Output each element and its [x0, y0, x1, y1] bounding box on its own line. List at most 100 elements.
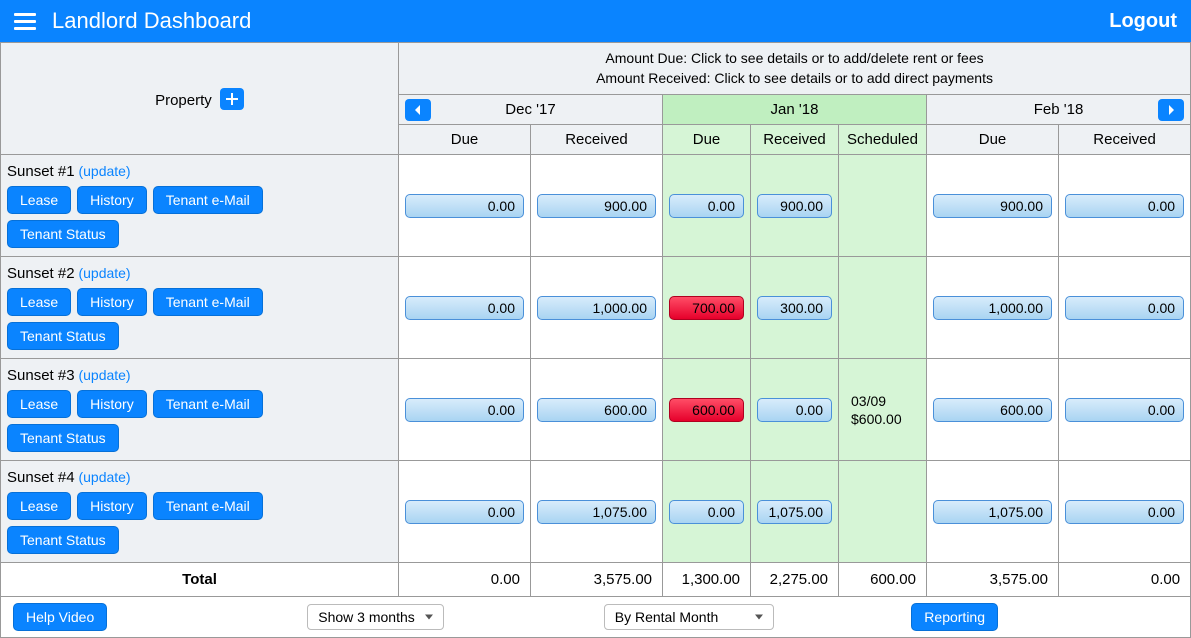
- cur-received-button[interactable]: 0.00: [757, 398, 832, 422]
- prev-received-button[interactable]: 600.00: [537, 398, 656, 422]
- property-row: Sunset #2 (update)LeaseHistoryTenant e-M…: [1, 257, 1191, 359]
- instruction-line: Amount Due: Click to see details or to a…: [399, 49, 1190, 69]
- history-button[interactable]: History: [77, 492, 147, 520]
- total-next-due: 3,575.00: [927, 563, 1059, 597]
- prev-due-cell: 0.00: [399, 359, 531, 461]
- total-cur-due: 1,300.00: [663, 563, 751, 597]
- prev-received-button[interactable]: 1,000.00: [537, 296, 656, 320]
- next-due-button[interactable]: 1,075.00: [933, 500, 1052, 524]
- property-row: Sunset #1 (update) LeaseHistoryTenant e-M…: [1, 155, 1191, 257]
- history-button[interactable]: History: [77, 186, 147, 214]
- property-cell: Sunset #1 (update) LeaseHistoryTenant e-M…: [1, 155, 399, 257]
- tenant-status-button[interactable]: Tenant Status: [7, 220, 119, 248]
- menu-icon[interactable]: [14, 9, 36, 34]
- prev-due-button[interactable]: 0.00: [405, 296, 524, 320]
- property-header-label: Property: [155, 92, 212, 109]
- property-cell: Sunset #3 (update) LeaseHistoryTenant e-M…: [1, 359, 399, 461]
- plus-icon: [226, 93, 238, 105]
- lease-button[interactable]: Lease: [7, 390, 71, 418]
- cur-due-cell: 700.00: [663, 257, 751, 359]
- prev-due-cell: 0.00: [399, 257, 531, 359]
- instructions: Amount Due: Click to see details or to a…: [399, 43, 1191, 95]
- scheduled-cell: [839, 461, 927, 563]
- prev-received-cell: 600.00: [531, 359, 663, 461]
- next-due-cell: 1,000.00: [927, 257, 1059, 359]
- col-due: Due: [927, 125, 1059, 155]
- logout-link[interactable]: Logout: [1109, 10, 1177, 33]
- cur-due-button[interactable]: 0.00: [669, 500, 744, 524]
- scheduled-cell: 03/09$600.00: [839, 359, 927, 461]
- update-link[interactable]: (update): [78, 265, 130, 281]
- col-received: Received: [531, 125, 663, 155]
- lease-button[interactable]: Lease: [7, 492, 71, 520]
- total-cur-sched: 600.00: [839, 563, 927, 597]
- prev-received-button[interactable]: 900.00: [537, 194, 656, 218]
- prev-due-cell: 0.00: [399, 155, 531, 257]
- cur-received-button[interactable]: 300.00: [757, 296, 832, 320]
- tenant-email-button[interactable]: Tenant e-Mail: [153, 186, 263, 214]
- property-name: Sunset #1: [7, 163, 75, 180]
- tenant-status-button[interactable]: Tenant Status: [7, 322, 119, 350]
- col-received: Received: [751, 125, 839, 155]
- prev-due-button[interactable]: 0.00: [405, 194, 524, 218]
- next-due-cell: 900.00: [927, 155, 1059, 257]
- cur-due-button[interactable]: 600.00: [669, 398, 744, 422]
- next-due-button[interactable]: 900.00: [933, 194, 1052, 218]
- tenant-email-button[interactable]: Tenant e-Mail: [153, 288, 263, 316]
- tenant-email-button[interactable]: Tenant e-Mail: [153, 492, 263, 520]
- scheduled-cell: [839, 257, 927, 359]
- prev-due-button[interactable]: 0.00: [405, 398, 524, 422]
- month-next: Feb '18: [927, 95, 1191, 125]
- property-header-cell: Property: [1, 43, 399, 155]
- cur-received-cell: 300.00: [751, 257, 839, 359]
- prev-due-cell: 0.00: [399, 461, 531, 563]
- cur-due-cell: 0.00: [663, 155, 751, 257]
- update-link[interactable]: (update): [78, 163, 130, 179]
- total-prev-rec: 3,575.00: [531, 563, 663, 597]
- next-received-button[interactable]: 0.00: [1065, 398, 1184, 422]
- col-due: Due: [399, 125, 531, 155]
- prev-received-button[interactable]: 1,075.00: [537, 500, 656, 524]
- chevron-right-icon: [1166, 105, 1176, 115]
- view-select[interactable]: By Rental Month: [604, 604, 774, 630]
- property-row: Sunset #4 (update)LeaseHistoryTenant e-M…: [1, 461, 1191, 563]
- tenant-status-button[interactable]: Tenant Status: [7, 424, 119, 452]
- property-name: Sunset #3: [7, 367, 75, 384]
- total-prev-due: 0.00: [399, 563, 531, 597]
- reporting-button[interactable]: Reporting: [911, 603, 998, 631]
- months-select[interactable]: Show 3 months: [307, 604, 444, 630]
- prev-due-button[interactable]: 0.00: [405, 500, 524, 524]
- next-received-button[interactable]: 0.00: [1065, 296, 1184, 320]
- prev-month-button[interactable]: [405, 99, 431, 121]
- col-due: Due: [663, 125, 751, 155]
- tenant-status-button[interactable]: Tenant Status: [7, 526, 119, 554]
- help-video-button[interactable]: Help Video: [13, 603, 107, 631]
- next-due-button[interactable]: 600.00: [933, 398, 1052, 422]
- tenant-email-button[interactable]: Tenant e-Mail: [153, 390, 263, 418]
- property-cell: Sunset #2 (update)LeaseHistoryTenant e-M…: [1, 257, 399, 359]
- prev-received-cell: 1,075.00: [531, 461, 663, 563]
- col-scheduled: Scheduled: [839, 125, 927, 155]
- next-due-button[interactable]: 1,000.00: [933, 296, 1052, 320]
- cur-received-button[interactable]: 900.00: [757, 194, 832, 218]
- col-received: Received: [1059, 125, 1191, 155]
- history-button[interactable]: History: [77, 288, 147, 316]
- add-property-button[interactable]: [220, 88, 244, 110]
- lease-button[interactable]: Lease: [7, 288, 71, 316]
- month-label: Dec '17: [505, 101, 555, 118]
- cur-received-cell: 0.00: [751, 359, 839, 461]
- property-cell: Sunset #4 (update)LeaseHistoryTenant e-M…: [1, 461, 399, 563]
- lease-button[interactable]: Lease: [7, 186, 71, 214]
- property-row: Sunset #3 (update) LeaseHistoryTenant e-M…: [1, 359, 1191, 461]
- month-label: Feb '18: [1034, 101, 1084, 118]
- next-received-cell: 0.00: [1059, 359, 1191, 461]
- cur-due-button[interactable]: 700.00: [669, 296, 744, 320]
- update-link[interactable]: (update): [78, 367, 130, 383]
- history-button[interactable]: History: [77, 390, 147, 418]
- update-link[interactable]: (update): [78, 469, 130, 485]
- cur-received-button[interactable]: 1,075.00: [757, 500, 832, 524]
- cur-due-button[interactable]: 0.00: [669, 194, 744, 218]
- next-month-button[interactable]: [1158, 99, 1184, 121]
- next-received-button[interactable]: 0.00: [1065, 500, 1184, 524]
- next-received-button[interactable]: 0.00: [1065, 194, 1184, 218]
